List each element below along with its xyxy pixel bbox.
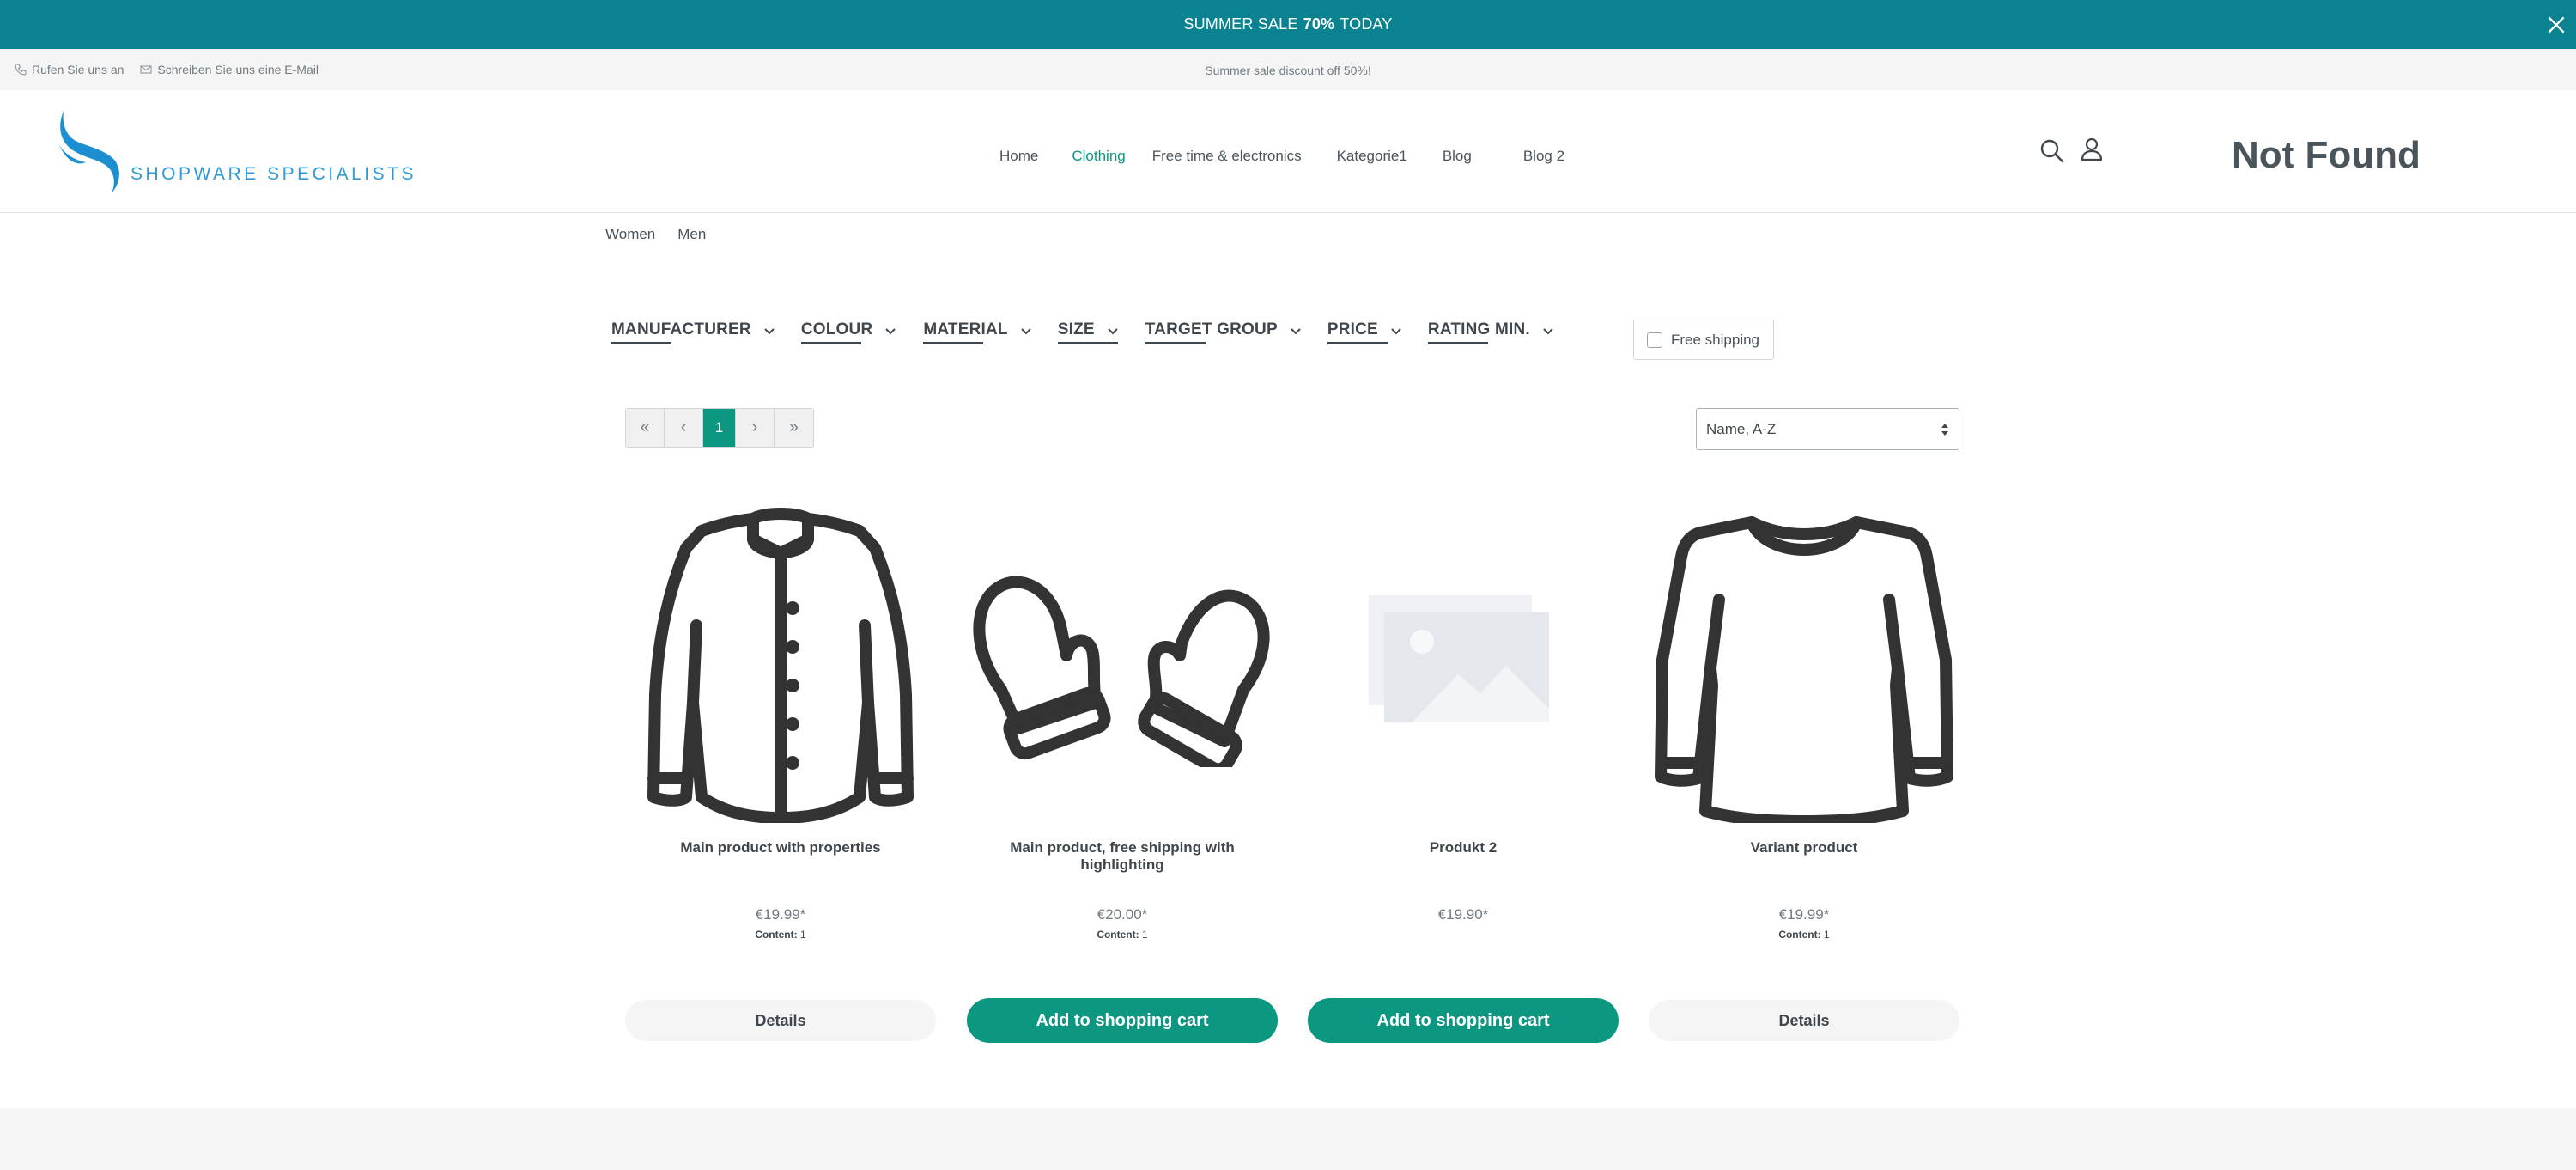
pagination-next[interactable]: › [736, 409, 775, 447]
add-to-cart-button[interactable]: Add to shopping cart [1308, 998, 1619, 1043]
pagination: « ‹ 1 › » [625, 408, 814, 448]
longsleeve-icon [1655, 516, 1953, 823]
filter-label: TARGET GROUP [1145, 320, 1278, 344]
filter-label: COLOUR [800, 320, 873, 344]
filter-label: RATING MIN. [1427, 320, 1530, 344]
promo-bar: SUMMER SALE 70% TODAY [0, 0, 2576, 49]
filter-label: MANUFACTURER [611, 320, 751, 344]
chevron-down-icon [1391, 328, 1401, 335]
placeholder-image-icon [1369, 595, 1549, 722]
logo[interactable]: SHOPWARE SPECIALISTS [55, 109, 416, 195]
product-name[interactable]: Variant product [1649, 839, 1959, 856]
promo-highlight: 70% [1303, 15, 1335, 33]
filter-label: PRICE [1327, 320, 1388, 344]
free-shipping-filter[interactable]: Free shipping [1633, 320, 1774, 360]
not-found-text: Not Found [2232, 134, 2421, 176]
product-card: Main product with properties €19.99* Con… [625, 497, 936, 1046]
filter-size[interactable]: SIZE [1057, 320, 1119, 344]
filter-target-group[interactable]: TARGET GROUP [1145, 320, 1302, 344]
filter-label: SIZE [1057, 320, 1118, 344]
nav-item-free-time-electronics[interactable]: Free time & electronics [1152, 148, 1302, 165]
top-info-bar: Rufen Sie uns an Schreiben Sie uns eine … [0, 49, 2576, 90]
footer [0, 1108, 2576, 1170]
chevron-down-icon [764, 328, 775, 335]
search-icon[interactable] [2038, 137, 2066, 165]
chevron-down-icon [1543, 328, 1553, 335]
nav-item-blog-2[interactable]: Blog 2 [1523, 148, 1564, 165]
site-header: SHOPWARE SPECIALISTS Home Clothing Free … [0, 90, 2576, 213]
product-price: €20.00* [1097, 906, 1148, 923]
user-account-icon[interactable] [2078, 136, 2105, 163]
sort-selected-value: Name, A-Z [1706, 420, 1777, 437]
content-label: Content: [1097, 929, 1139, 941]
filter-rating-min[interactable]: RATING MIN. [1427, 320, 1554, 344]
product-card: Variant product €19.99* Content: 1 Detai… [1649, 497, 1959, 1046]
product-price: €19.99* [1778, 906, 1830, 923]
add-to-cart-button[interactable]: Add to shopping cart [967, 998, 1278, 1043]
promo-text-end: TODAY [1340, 15, 1393, 33]
mittens-icon [973, 576, 1270, 767]
sort-select[interactable]: Name, A-Z [1696, 408, 1959, 450]
content-label: Content: [1778, 929, 1821, 941]
product-name[interactable]: Produkt 2 [1308, 839, 1619, 856]
product-card: Produkt 2 €19.90* Add to shopping cart [1308, 497, 1619, 1046]
subnav-item-men[interactable]: Men [677, 226, 706, 243]
jacket-icon [647, 508, 914, 823]
details-button[interactable]: Details [625, 1000, 936, 1041]
content-value: 1 [1823, 929, 1830, 941]
product-name[interactable]: Main product, free shipping with highlig… [967, 839, 1278, 874]
chevron-down-icon [1021, 328, 1031, 335]
free-shipping-label: Free shipping [1671, 331, 1760, 348]
nav-item-clothing[interactable]: Clothing [1072, 148, 1125, 165]
chevron-down-icon [1108, 328, 1118, 335]
chevron-down-icon [1291, 328, 1301, 335]
nav-item-kategorie1[interactable]: Kategorie1 [1337, 148, 1407, 165]
filter-material[interactable]: MATERIAL [923, 320, 1031, 344]
product-image[interactable] [1308, 497, 1619, 832]
content-value: 1 [799, 929, 806, 941]
main-navigation: Home Clothing Free time & electronics Ka… [999, 148, 1564, 165]
product-image[interactable] [625, 497, 936, 832]
pagination-last[interactable]: » [775, 409, 813, 447]
product-image[interactable] [967, 497, 1278, 832]
content-value: 1 [1141, 929, 1148, 941]
sub-navigation: Women Men [605, 226, 706, 243]
product-image[interactable] [1649, 497, 1959, 832]
close-icon[interactable] [2545, 14, 2567, 36]
product-content: Content: 1 [625, 929, 936, 941]
content-label: Content: [755, 929, 798, 941]
details-button[interactable]: Details [1649, 1000, 1959, 1041]
filter-label: MATERIAL [923, 320, 1008, 344]
filter-manufacturer[interactable]: MANUFACTURER [611, 320, 775, 344]
sale-notice: Summer sale discount off 50%! [1205, 64, 1371, 77]
subnav-item-women[interactable]: Women [605, 226, 655, 243]
product-card: Main product, free shipping with highlig… [967, 497, 1278, 1046]
product-price: €19.90* [1437, 906, 1489, 923]
product-price: €19.99* [755, 906, 806, 923]
filter-colour[interactable]: COLOUR [800, 320, 897, 344]
pagination-first[interactable]: « [626, 409, 665, 447]
chevron-down-icon [885, 328, 896, 335]
nav-item-home[interactable]: Home [999, 148, 1038, 165]
logo-text: SHOPWARE SPECIALISTS [131, 164, 416, 184]
product-name[interactable]: Main product with properties [625, 839, 936, 856]
free-shipping-checkbox[interactable] [1647, 332, 1662, 348]
logo-mark-icon [58, 111, 119, 193]
promo-text: SUMMER SALE [1183, 15, 1298, 33]
product-content: Content: 1 [1649, 929, 1959, 941]
pagination-prev[interactable]: ‹ [665, 409, 703, 447]
nav-item-blog[interactable]: Blog [1443, 148, 1472, 165]
pagination-page-1[interactable]: 1 [703, 409, 736, 447]
select-arrows-icon [1941, 424, 1948, 436]
product-content: Content: 1 [967, 929, 1278, 941]
filter-price[interactable]: PRICE [1327, 320, 1402, 344]
filter-panel: MANUFACTURER COLOUR MATERIAL SIZE TARGET… [611, 320, 1554, 344]
